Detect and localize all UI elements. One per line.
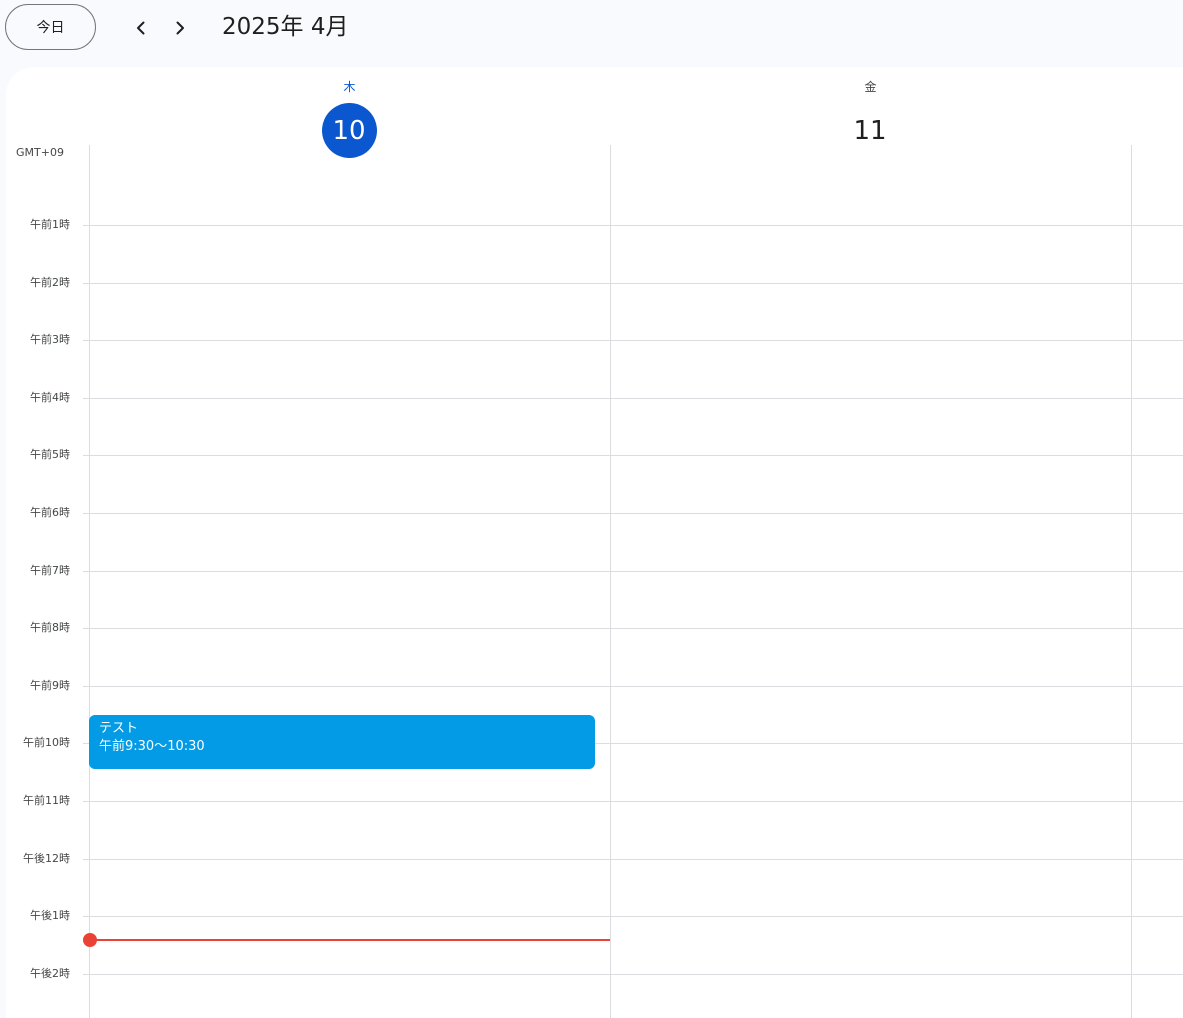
hour-label: 午前4時 [30,391,70,404]
timezone-label: GMT+09 [16,146,64,159]
hour-gridline [83,513,1183,514]
hour-gridline [83,859,1183,860]
hour-gridline [83,686,1183,687]
day-header-thursday[interactable]: 木 10 [89,67,610,167]
hour-gridline [83,283,1183,284]
hour-label: 午前7時 [30,564,70,577]
hour-label: 午後1時 [30,909,70,922]
hour-gridline [83,628,1183,629]
chevron-right-icon [176,21,184,35]
hour-label: 午前8時 [30,621,70,634]
next-period-button[interactable] [164,12,196,44]
calendar-week-view: 木 10 金 11 GMT+09 午前1時午前2時午前3時午前4時午前5時午前6… [6,67,1183,1018]
hour-label: 午前9時 [30,679,70,692]
hour-label: 午後2時 [30,967,70,980]
event-time: 午前9:30〜10:30 [99,739,205,754]
hour-label: 午前3時 [30,333,70,346]
hour-gridline [83,571,1183,572]
chevron-left-icon [137,21,145,35]
hour-gridline [83,916,1183,917]
hour-label: 午前11時 [23,794,70,807]
weekday-label: 木 [343,80,356,94]
today-button[interactable]: 今日 [5,4,96,50]
weekday-label: 金 [864,80,877,94]
hour-gridline [83,974,1183,975]
hour-label: 午前6時 [30,506,70,519]
hour-label: 午前5時 [30,448,70,461]
column-divider [89,145,90,1018]
current-time-dot [83,933,97,947]
date-number[interactable]: 11 [843,103,898,158]
previous-period-button[interactable] [125,12,157,44]
hour-label: 午前2時 [30,276,70,289]
hour-gridline [83,455,1183,456]
current-time-line [90,939,610,941]
hour-label: 午前1時 [30,218,70,231]
hour-gridline [83,398,1183,399]
column-divider [1131,145,1132,1018]
hour-gridline [83,340,1183,341]
day-header-friday[interactable]: 金 11 [610,67,1131,167]
event-title: テスト [99,721,139,736]
column-divider [610,145,611,1018]
calendar-toolbar: 今日 2025年 4月 [0,0,1183,64]
date-number-today[interactable]: 10 [321,103,377,158]
hour-label: 午前10時 [23,736,70,749]
event-card[interactable]: テスト 午前9:30〜10:30 [89,715,595,769]
hour-gridline [83,225,1183,226]
current-month-title: 2025年 4月 [222,14,349,40]
hour-label: 午後12時 [23,852,70,865]
hour-gridline [83,801,1183,802]
